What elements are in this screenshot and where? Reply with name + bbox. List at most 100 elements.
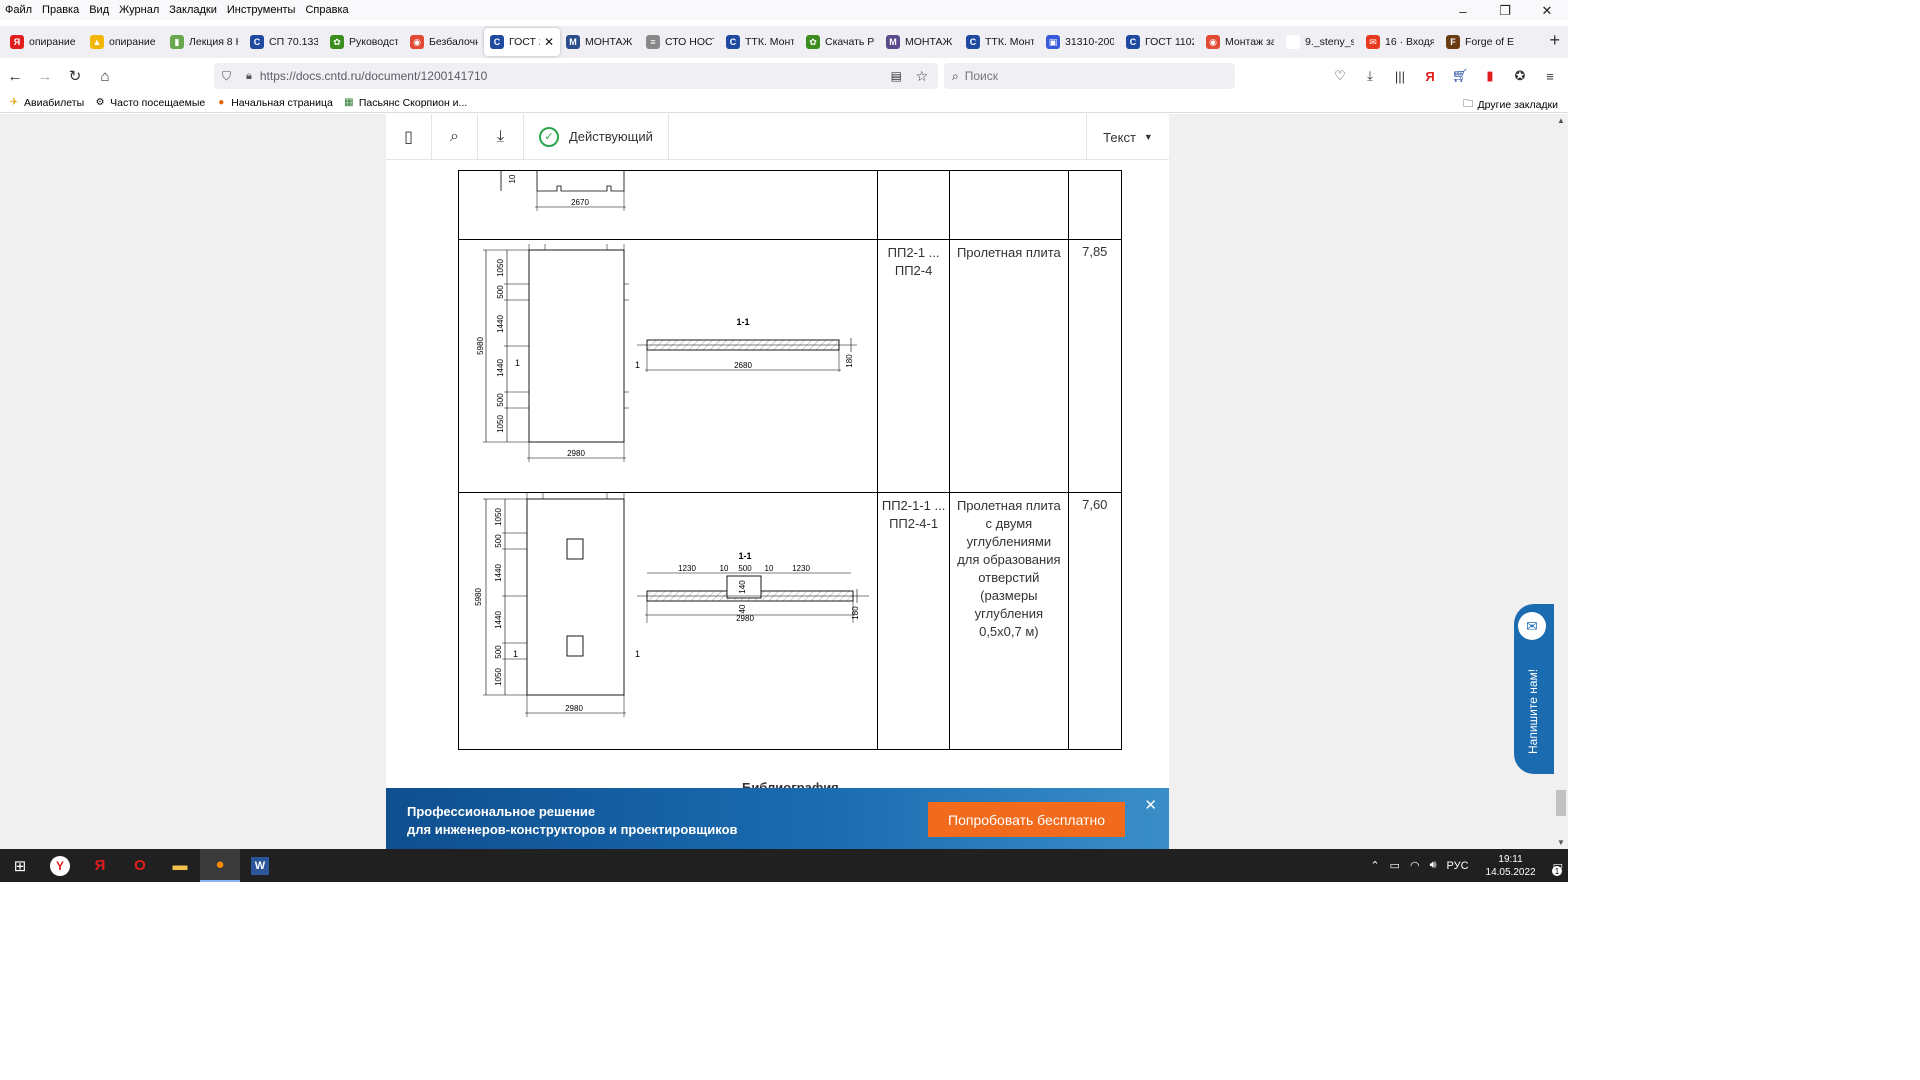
restore-button[interactable]: ❐ — [1484, 0, 1526, 22]
banner-close-icon[interactable]: ✕ — [1144, 796, 1157, 814]
yandex-icon[interactable]: Я — [80, 849, 120, 882]
tab-favicon-icon: ✿ — [330, 35, 344, 49]
recess-depth-label: 140 — [738, 580, 747, 594]
download-icon[interactable]: ⤓ — [478, 114, 524, 160]
downloads-icon[interactable]: ⤓ — [1358, 64, 1382, 88]
feedback-widget[interactable]: ✉ Напишите нам! — [1514, 604, 1554, 774]
tab-18[interactable]: F Forge of E — [1440, 28, 1520, 56]
search-input[interactable] — [964, 69, 1205, 83]
clock[interactable]: 19:11 14.05.2022 — [1486, 853, 1536, 879]
tab-16[interactable]: 9._steny_samo — [1280, 28, 1360, 56]
bookmark-home[interactable]: ● Начальная страница — [215, 97, 333, 109]
shield-icon[interactable]: ⛉ — [222, 69, 236, 84]
mass-cell: 7,85 — [1067, 239, 1123, 493]
dim-bottom-label: 2670 — [571, 198, 589, 207]
scroll-thumb[interactable] — [1556, 790, 1566, 816]
cart-icon[interactable]: 🛒︎ — [1448, 64, 1472, 88]
language-indicator[interactable]: РУС — [1447, 860, 1469, 872]
tab-bar: Яопирание ▲ опирание ▮ Лекция 8 Н C СП 70.1333… — [0, 26, 1568, 58]
slab-drawing-pp2: 1050 500 1440 1440 500 1050 5980 1 1 298… — [476, 244, 857, 462]
menu-file[interactable]: Файл — [0, 4, 37, 16]
table-row: 10 2670 — [458, 170, 1123, 240]
yandex-icon[interactable]: Я — [1418, 64, 1442, 88]
tab-1[interactable]: ▲ опирание — [84, 28, 164, 56]
firefox-icon[interactable]: ● — [200, 849, 240, 882]
tab-label: СП 70.1333 — [269, 36, 318, 48]
tab-4[interactable]: ✿ Руководст — [324, 28, 404, 56]
pocket-icon[interactable]: ♡ — [1328, 64, 1352, 88]
tab-3[interactable]: C СП 70.1333 — [244, 28, 324, 56]
lock-icon[interactable]: 🔒︎ — [246, 70, 252, 83]
tab-8[interactable]: ≡ СТО НОСТ — [640, 28, 720, 56]
tab-9[interactable]: C ТТК. Монт — [720, 28, 800, 56]
view-select[interactable]: Текст ▼ — [1086, 114, 1169, 160]
tab-11[interactable]: M МОНТАЖ — [880, 28, 960, 56]
reader-view-icon[interactable]: ▤ — [891, 69, 902, 83]
doc-search-icon[interactable]: ⌕ — [432, 114, 478, 160]
tab-14[interactable]: C ГОСТ 1102 — [1120, 28, 1200, 56]
dim-label: 1440 — [494, 611, 503, 629]
menu-history[interactable]: Журнал — [114, 4, 164, 16]
opera-icon[interactable]: O — [120, 849, 160, 882]
menu-help[interactable]: Справка — [300, 4, 353, 16]
bookmark-avia[interactable]: ✈ Авиабилеты — [8, 97, 84, 109]
contents-icon[interactable]: ▯ — [386, 114, 432, 160]
tab-6[interactable]: C ГОСТ 2 ✕ — [484, 28, 560, 56]
bookmark-frequent[interactable]: ⚙ Часто посещаемые — [94, 97, 206, 109]
home-icon[interactable]: ⌂ — [90, 61, 120, 91]
bookmark-star-icon[interactable]: ☆ — [915, 68, 928, 85]
extension-icon[interactable]: ✪ — [1508, 64, 1532, 88]
try-free-button[interactable]: Попробовать бесплатно — [928, 802, 1125, 837]
yandex-browser-icon[interactable]: Y — [40, 849, 80, 882]
tab-12[interactable]: C ТТК. Монт — [960, 28, 1040, 56]
tab-5[interactable]: ◉ Безбалочн — [404, 28, 484, 56]
notifications-icon[interactable]: ▭1 — [1552, 859, 1563, 876]
dim-label: 1050 — [494, 668, 503, 686]
tab-13[interactable]: ▣ 31310-2005 — [1040, 28, 1120, 56]
page-scrollbar[interactable]: ▲ ▼ — [1554, 114, 1568, 849]
minimize-button[interactable]: – — [1442, 0, 1484, 22]
search-bar[interactable]: ⌕ — [944, 63, 1235, 89]
bookmark-solitaire[interactable]: ▦ Пасьянс Скорпион и... — [343, 97, 467, 109]
file-explorer-icon[interactable]: ▬ — [160, 849, 200, 882]
menu-hamburger-icon[interactable]: ≡ — [1538, 64, 1562, 88]
back-icon[interactable]: ← — [0, 61, 30, 91]
new-tab-button[interactable]: + — [1549, 30, 1560, 51]
tab-10[interactable]: ✿ Скачать Р — [800, 28, 880, 56]
menu-tools[interactable]: Инструменты — [222, 4, 301, 16]
forward-icon[interactable]: → — [30, 61, 60, 91]
word-icon[interactable]: W — [240, 849, 280, 882]
library-icon[interactable]: ||| — [1388, 64, 1412, 88]
windows-start-icon[interactable]: ⊞ — [0, 849, 40, 882]
wifi-icon[interactable]: ◠ — [1410, 859, 1420, 872]
close-window-button[interactable]: ✕ — [1526, 0, 1568, 22]
drawing-cell: 1050 500 1440 1440 500 1050 5980 1 1 298… — [458, 492, 878, 750]
scroll-down-icon[interactable]: ▼ — [1557, 838, 1565, 847]
menu-view[interactable]: Вид — [84, 4, 114, 16]
menu-edit[interactable]: Правка — [37, 4, 84, 16]
url-text[interactable]: https://docs.cntd.ru/document/1200141710 — [260, 69, 488, 83]
other-bookmarks-label: Другие закладки — [1477, 99, 1558, 111]
reload-icon[interactable]: ↻ — [60, 61, 90, 91]
url-bar[interactable]: ⛉ 🔒︎ https://docs.cntd.ru/document/12001… — [214, 63, 938, 89]
tab-0[interactable]: Яопирание — [4, 28, 84, 56]
dim-total-label: 5980 — [476, 337, 485, 355]
gear-icon: ⚙ — [95, 97, 105, 108]
volume-icon[interactable]: 🔊︎ — [1430, 859, 1437, 872]
tab-2[interactable]: ▮ Лекция 8 Н — [164, 28, 244, 56]
tab-favicon-icon: C — [726, 35, 740, 49]
meet-icon[interactable]: ▭ — [1390, 859, 1400, 872]
tab-7[interactable]: M МОНТАЖ — [560, 28, 640, 56]
promo-banner: Профессиональное решение для инженеров-к… — [386, 788, 1169, 849]
other-bookmarks[interactable]: 🗀 Другие закладки — [1463, 96, 1558, 114]
bookmark-flag-icon[interactable]: ▮ — [1478, 64, 1502, 88]
tab-favicon-icon: ▲ — [90, 35, 104, 49]
tab-17[interactable]: ✉ 16 · Входя — [1360, 28, 1440, 56]
tab-15[interactable]: ◉ Монтаж за — [1200, 28, 1280, 56]
menu-bookmarks[interactable]: Закладки — [164, 4, 222, 16]
slab-drawing-top: 10 2670 — [500, 171, 626, 211]
scroll-up-icon[interactable]: ▲ — [1557, 116, 1565, 125]
chevron-up-icon[interactable]: ⌃ — [1370, 859, 1379, 872]
toolbar-icons: ♡ ⤓ ||| Я 🛒︎ ▮ ✪ ≡ — [1328, 64, 1562, 88]
tab-close-icon[interactable]: ✕ — [544, 35, 554, 49]
